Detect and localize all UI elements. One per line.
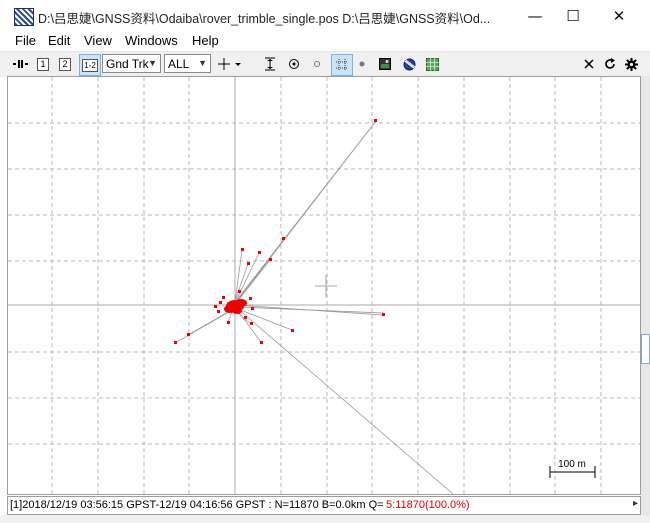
menu-file[interactable]: File (15, 33, 36, 48)
small-dot-icon[interactable] (311, 56, 323, 72)
menu-bar: File Edit View Windows Help (0, 31, 650, 51)
dot-icon[interactable] (357, 56, 367, 72)
ground-track-plot: 100 m (8, 77, 640, 494)
menu-view[interactable]: View (84, 33, 112, 48)
scale-bar-label: 100 m (558, 459, 586, 470)
menu-help[interactable]: Help (192, 33, 219, 48)
maximize-button[interactable]: ☐ (550, 0, 596, 31)
status-quality: 5:11870(100.0%) (386, 499, 470, 511)
adjacent-window-edge (641, 76, 650, 523)
plot-1-2-label: 1-2 (82, 58, 98, 72)
plot-type-value: Gnd Trk (106, 56, 149, 71)
title-bar: D:\吕思婕\GNSS资料\Odaiba\rover_trimble_singl… (0, 0, 650, 31)
close-icon[interactable] (582, 56, 596, 72)
app-icon (14, 8, 34, 26)
plot-type-select[interactable]: Gnd Trk ▼ (102, 54, 161, 73)
center-icon[interactable] (287, 56, 301, 72)
globe-icon[interactable] (402, 56, 416, 72)
plot-1-2-button[interactable]: 1-2 (79, 54, 101, 76)
adjacent-window-tab (641, 334, 650, 364)
play-icon[interactable] (12, 56, 30, 72)
plot-1-label: 1 (37, 57, 49, 71)
chevron-down-icon: ▼ (198, 58, 207, 68)
status-scroll-icon[interactable]: ▸ (633, 498, 638, 509)
plot-1-button[interactable]: 1 (36, 56, 50, 72)
plot-2-label: 2 (59, 57, 71, 71)
menu-edit[interactable]: Edit (48, 33, 70, 48)
chevron-down-icon: ▼ (148, 58, 157, 68)
plot-area[interactable]: 100 m (7, 76, 641, 495)
reload-icon[interactable] (603, 56, 617, 72)
toolbar: 1 2 1-2 Gnd Trk ▼ ALL ▼ (0, 51, 650, 77)
image-icon[interactable] (378, 56, 392, 72)
quality-value: ALL (168, 56, 190, 71)
grid-icon[interactable] (331, 54, 353, 76)
window-bottom-edge (0, 515, 650, 523)
crosshair-icon (218, 58, 241, 70)
status-bar: [1]2018/12/19 03:56:15 GPST-12/19 04:16:… (7, 496, 641, 515)
gear-icon[interactable] (624, 56, 638, 72)
quality-select[interactable]: ALL ▼ (164, 54, 211, 73)
close-window-button[interactable]: ✕ (596, 0, 642, 31)
window-title: D:\吕思婕\GNSS资料\Odaiba\rover_trimble_singl… (38, 12, 491, 26)
map-icon[interactable] (425, 56, 439, 72)
menu-windows[interactable]: Windows (125, 33, 178, 48)
center-cross (315, 275, 337, 297)
track-points (174, 119, 385, 344)
crosshair-select[interactable] (217, 56, 243, 72)
status-text: [1]2018/12/19 03:56:15 GPST-12/19 04:16:… (10, 499, 384, 511)
plot-2-button[interactable]: 2 (58, 56, 72, 72)
fit-height-icon[interactable] (263, 56, 277, 72)
